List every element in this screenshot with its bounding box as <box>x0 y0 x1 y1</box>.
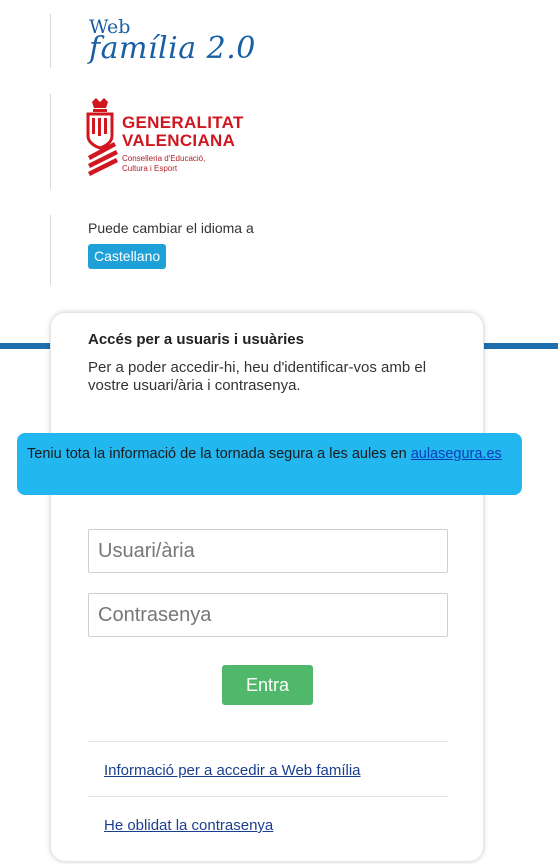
card-divider <box>88 796 448 797</box>
web-familia-logo: Web família 2.0 <box>89 17 256 64</box>
aulasegura-link[interactable]: aulasegura.es <box>411 446 502 462</box>
banner-text: Teniu tota la informació de la tornada s… <box>27 446 411 462</box>
forgot-password-link[interactable]: He oblidat la contrasenya <box>104 817 273 834</box>
info-banner: Teniu tota la informació de la tornada s… <box>17 433 522 495</box>
info-access-link[interactable]: Informació per a accedir a Web família <box>104 762 361 779</box>
password-input[interactable] <box>88 593 448 637</box>
language-castellano-button[interactable]: Castellano <box>88 244 167 269</box>
gva-line1: GENERALITAT <box>122 113 244 132</box>
gva-subtitle-1: Conselleria d'Educació, <box>122 154 206 163</box>
login-card: Accés per a usuaris i usuàries Per a pod… <box>51 313 483 861</box>
decor-stripe-right <box>484 343 558 349</box>
divider-line <box>50 14 51 68</box>
gva-subtitle-2: Cultura i Esport <box>122 164 178 173</box>
gva-emblem-icon <box>86 98 118 176</box>
divider-line <box>50 215 51 285</box>
login-title: Accés per a usuaris i usuàries <box>88 331 304 348</box>
divider-line <box>50 94 51 189</box>
username-input[interactable] <box>88 529 448 573</box>
gva-line2: VALENCIANA <box>122 131 236 150</box>
card-divider <box>88 741 448 742</box>
language-prompt: Puede cambiar el idioma a <box>88 220 254 236</box>
login-description: Per a poder accedir-hi, heu d'identifica… <box>88 359 427 394</box>
logo-line2: família 2.0 <box>89 31 256 66</box>
generalitat-logo: GENERALITAT VALENCIANA Conselleria d'Edu… <box>84 96 259 192</box>
decor-stripe-left <box>0 343 50 349</box>
submit-button[interactable]: Entra <box>222 665 313 705</box>
